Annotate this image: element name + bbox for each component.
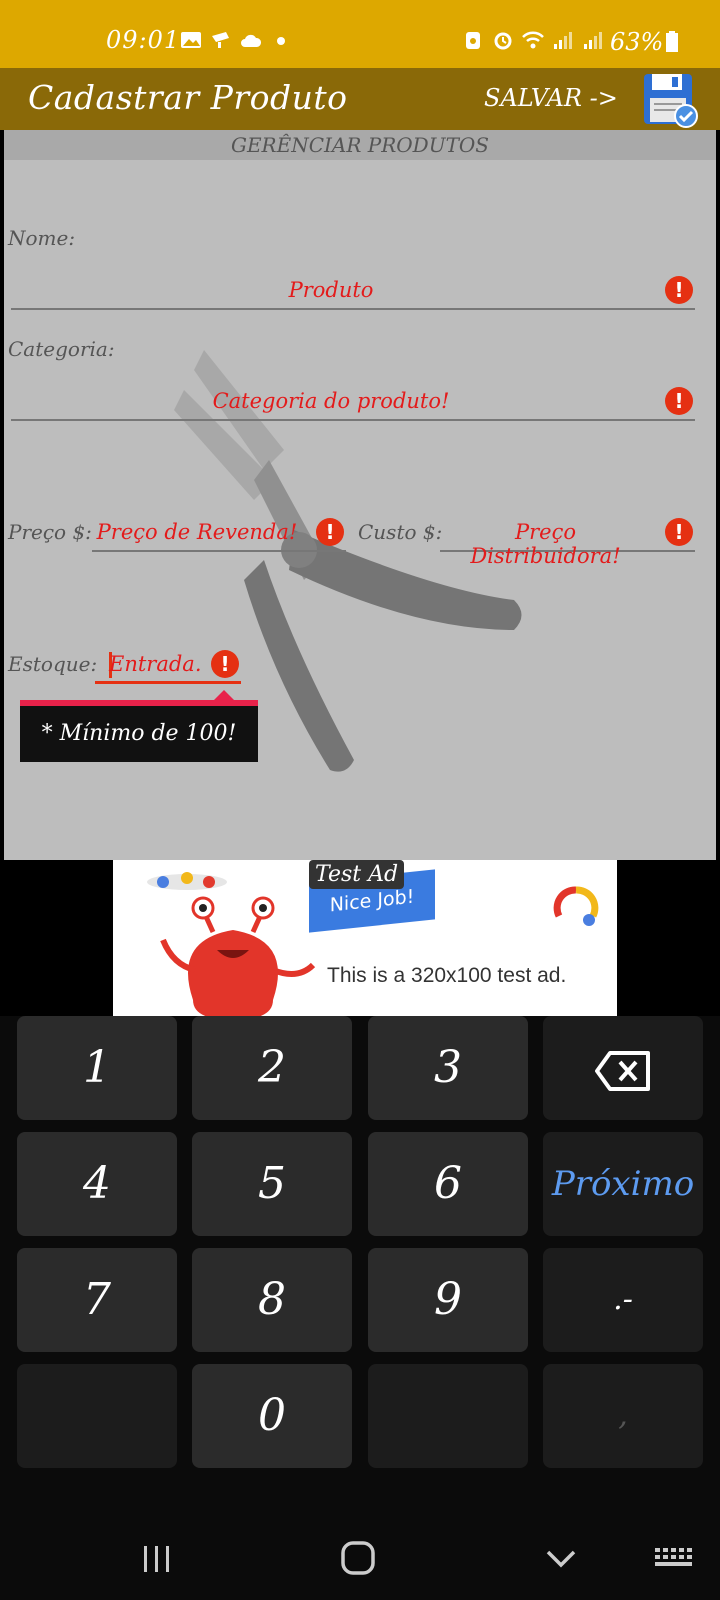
key-3[interactable]: 3 [368,1016,528,1120]
keyboard-switch-icon[interactable] [650,1534,700,1582]
test-ad-label: Test Ad [309,860,405,889]
system-nav-bar [0,1516,720,1600]
numeric-keyboard: 1 2 3 4 5 6 Próximo 7 8 9 .- 0 , [0,1016,720,1516]
battery-percent: 63% [610,28,679,56]
ad-logo-icon [553,886,599,926]
status-bar: 09:01 63% [0,0,720,68]
error-tooltip: * Mínimo de 100! [20,706,258,762]
key-0[interactable]: 0 [192,1364,352,1468]
price-error-icon: ! [316,518,344,546]
cost-input[interactable]: Preço Distribuidora! ! [440,514,695,568]
stock-label: Estoque: [8,652,98,676]
name-label: Nome: [8,226,76,250]
stock-placeholder: Entrada. [109,652,202,676]
gallery-icon [181,32,201,48]
dot-icon [277,37,285,45]
backspace-key[interactable] [543,1016,703,1120]
signal-icon-2 [584,32,602,49]
key-4[interactable]: 4 [17,1132,177,1236]
name-input[interactable]: Produto ! [11,272,695,310]
key-9[interactable]: 9 [368,1248,528,1352]
cost-label: Custo $: [358,520,443,544]
key-5[interactable]: 5 [192,1132,352,1236]
status-time: 09:01 [106,26,181,54]
empty-key-left [17,1364,177,1468]
form-area: GERÊNCIAR PRODUTOS Nome: Produto ! Categ… [4,130,716,860]
category-label: Categoria: [8,337,115,361]
recent-apps-icon[interactable] [132,1534,182,1582]
category-input[interactable]: Categoria do produto! ! [11,383,695,421]
key-2[interactable]: 2 [192,1016,352,1120]
cctv-icon [212,32,229,48]
signal-icon [554,32,572,49]
key-6[interactable]: 6 [368,1132,528,1236]
key-1[interactable]: 1 [17,1016,177,1120]
save-disk-icon[interactable] [642,72,700,128]
page-title: Cadastrar Produto [28,78,348,117]
stock-input[interactable]: Entrada. ! [95,646,241,684]
cloud-icon [241,34,262,47]
name-error-icon: ! [665,276,693,304]
status-icons-right [462,30,604,50]
wifi-icon [522,31,544,49]
tooltip-arrow [214,690,234,700]
save-button[interactable]: SALVAR -> [484,84,618,112]
category-error-icon: ! [665,387,693,415]
battery-icon [666,31,679,52]
stock-error-icon: ! [211,650,239,678]
test-ad-banner[interactable]: Test Ad Nice Job! This is a 320x100 test… [113,860,617,1016]
next-key[interactable]: Próximo [543,1132,703,1236]
category-placeholder: Categoria do produto! [212,389,450,413]
comma-key[interactable]: , [543,1364,703,1468]
alarm-icon [494,32,512,50]
backspace-icon [595,1050,650,1091]
price-input[interactable]: Preço de Revenda! ! [92,514,346,552]
price-label: Preço $: [8,520,92,544]
price-placeholder: Preço de Revenda! [96,520,298,544]
name-placeholder: Produto [288,278,374,302]
app-bar: Cadastrar Produto SALVAR -> [0,68,720,130]
section-header: GERÊNCIAR PRODUTOS [4,130,716,160]
key-7[interactable]: 7 [17,1248,177,1352]
empty-key-middle [368,1364,528,1468]
back-chevron-down-icon[interactable] [536,1534,586,1582]
home-icon[interactable] [333,1534,383,1582]
status-icons-left [180,30,292,50]
key-8[interactable]: 8 [192,1248,352,1352]
ad-body-text: This is a 320x100 test ad. [327,964,567,987]
cost-placeholder: Preço Distribuidora! [470,520,621,568]
cost-error-icon: ! [665,518,693,546]
monster-illustration [147,872,316,1016]
punctuation-key[interactable]: .- [543,1248,703,1352]
battery-saver-icon [466,32,480,49]
